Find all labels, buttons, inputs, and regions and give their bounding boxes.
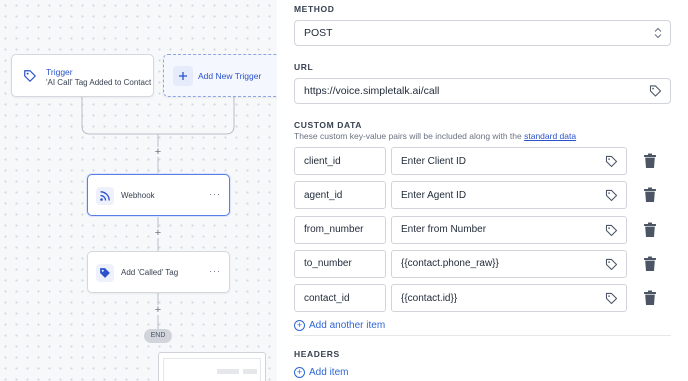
minimap-block: [217, 369, 239, 374]
key-input[interactable]: from_number: [294, 215, 386, 244]
key-input[interactable]: client_id: [294, 147, 386, 175]
add-step-button[interactable]: +: [153, 147, 163, 158]
headers-title: HEADERS: [294, 349, 340, 359]
node-menu-button[interactable]: ···: [209, 189, 221, 199]
webhook-settings-panel: METHOD POST URL https://voice.simpletalk…: [277, 0, 688, 381]
webhook-node[interactable]: Webhook ···: [87, 174, 230, 216]
add-step-button[interactable]: +: [153, 305, 163, 316]
value-input[interactable]: Enter Agent ID: [391, 181, 627, 210]
add-step-button[interactable]: +: [153, 228, 163, 239]
custom-data-row: agent_id Enter Agent ID: [294, 181, 671, 210]
value-input[interactable]: {{contact.phone_raw}}: [391, 249, 627, 278]
tag-outline-icon[interactable]: [605, 292, 618, 308]
trash-icon[interactable]: [643, 222, 657, 238]
custom-data-row: to_number {{contact.phone_raw}}: [294, 249, 671, 278]
value-input[interactable]: Enter Client ID: [391, 147, 627, 175]
add-new-trigger-label: Add New Trigger: [198, 71, 262, 81]
minimap[interactable]: [158, 352, 266, 381]
custom-data-row: from_number Enter from Number: [294, 215, 671, 244]
key-input[interactable]: to_number: [294, 249, 386, 278]
add-header-item-button[interactable]: + Add item: [294, 367, 348, 378]
value-input[interactable]: {{contact.id}}: [391, 284, 627, 313]
method-value: POST: [304, 27, 333, 39]
add-another-item-button[interactable]: + Add another item: [294, 320, 385, 331]
plus-circle-icon: +: [294, 367, 305, 378]
tag-outline-icon[interactable]: [649, 85, 662, 98]
method-select[interactable]: POST: [294, 20, 671, 46]
value-input[interactable]: Enter from Number: [391, 215, 627, 244]
trash-icon[interactable]: [643, 187, 657, 203]
trigger-subtitle: 'AI Call' Tag Added to Contact: [46, 78, 152, 87]
tag-outline-icon[interactable]: [605, 258, 618, 274]
trash-icon[interactable]: [643, 256, 657, 272]
key-input[interactable]: contact_id: [294, 284, 386, 313]
tag-outline-icon[interactable]: [605, 224, 618, 240]
end-marker: END: [144, 329, 172, 343]
url-value: https://voice.simpletalk.ai/call: [304, 85, 440, 97]
chevron-updown-icon: [654, 27, 662, 39]
node-menu-button[interactable]: ···: [209, 266, 221, 276]
plus-circle-icon: +: [294, 320, 305, 331]
divider: [294, 335, 671, 336]
custom-data-row: client_id Enter Client ID: [294, 147, 671, 175]
trash-icon[interactable]: [643, 153, 657, 169]
tag-outline-icon: [21, 67, 39, 85]
custom-data-title: CUSTOM DATA: [294, 120, 362, 130]
trigger-node[interactable]: Trigger 'AI Call' Tag Added to Contact: [11, 54, 154, 97]
url-input[interactable]: https://voice.simpletalk.ai/call: [294, 78, 671, 104]
plus-icon: [173, 66, 193, 86]
add-tag-label: Add 'Called' Tag: [121, 268, 179, 277]
key-input[interactable]: agent_id: [294, 181, 386, 210]
webhook-label: Webhook: [121, 191, 155, 200]
standard-data-link[interactable]: standard data: [524, 131, 576, 141]
custom-data-description: These custom key-value pairs will be inc…: [294, 131, 577, 141]
custom-data-row: contact_id {{contact.id}}: [294, 284, 671, 313]
trash-icon[interactable]: [643, 290, 657, 306]
method-title: METHOD: [294, 4, 335, 14]
tag-filled-icon: [96, 264, 114, 282]
url-title: URL: [294, 62, 314, 72]
minimap-block: [243, 369, 257, 374]
tag-outline-icon[interactable]: [605, 155, 618, 171]
add-new-trigger-button[interactable]: Add New Trigger: [163, 54, 277, 97]
trigger-title: Trigger: [46, 67, 73, 77]
rss-icon: [96, 187, 114, 205]
add-tag-node[interactable]: Add 'Called' Tag ···: [87, 251, 230, 293]
tag-outline-icon[interactable]: [605, 189, 618, 205]
workflow-canvas[interactable]: + + + Trigger 'AI Call' Tag Added to Con…: [0, 0, 277, 381]
